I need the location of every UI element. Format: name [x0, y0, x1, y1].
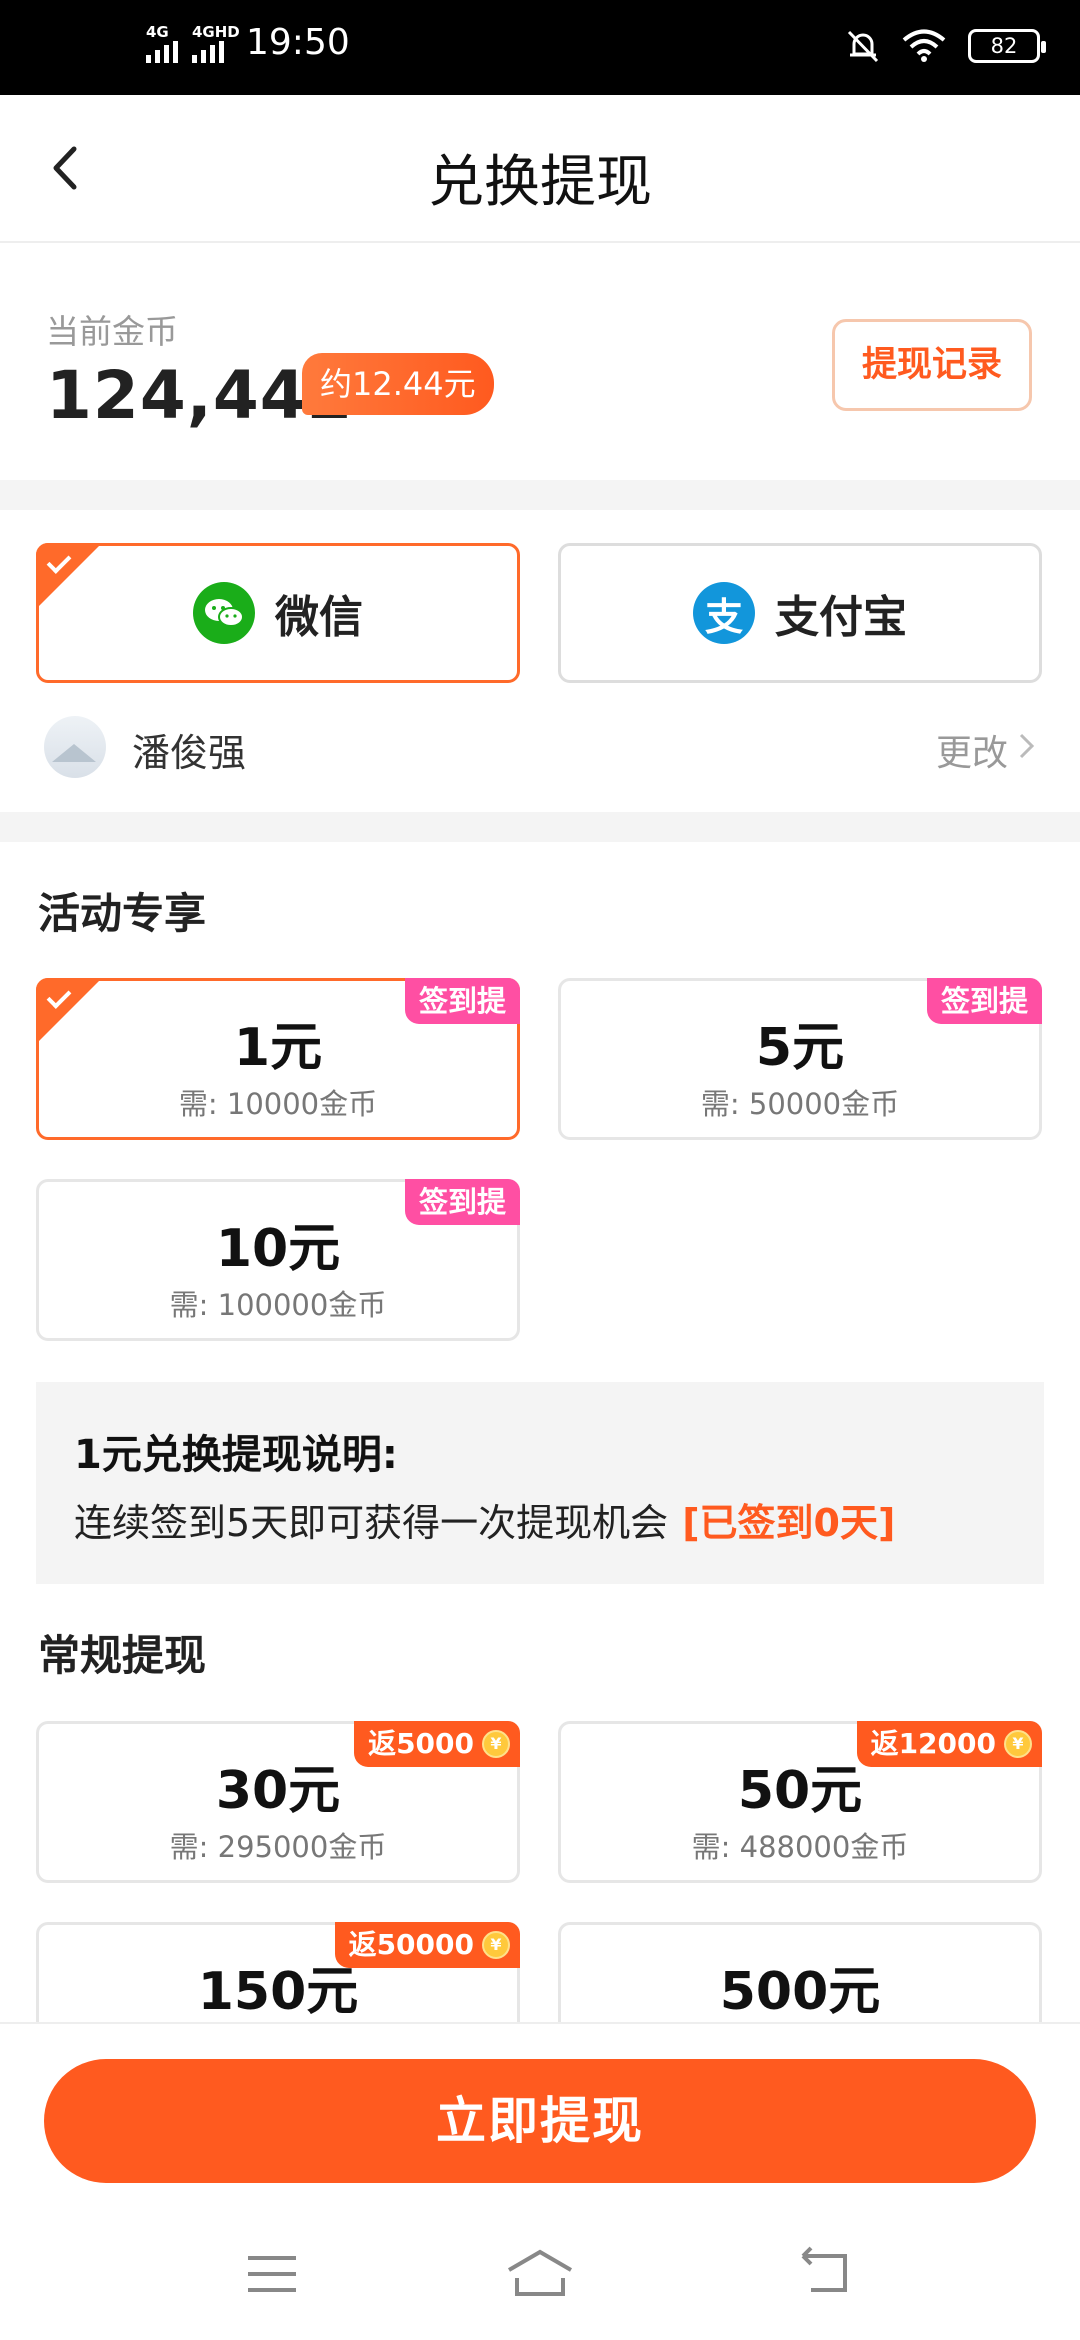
withdraw-now-button[interactable]: 立即提现	[44, 2059, 1036, 2183]
withdraw-record-button[interactable]: 提现记录	[832, 319, 1032, 411]
wechat-icon	[193, 582, 255, 644]
bottom-panel: 立即提现	[0, 2022, 1080, 2340]
alipay-option[interactable]: 支 支付宝	[558, 543, 1042, 683]
explanation-text: 连续签到5天即可获得一次提现机会 [已签到0天]	[74, 1492, 895, 1547]
activity-option-10[interactable]: 签到提 10元 需: 100000金币	[36, 1179, 520, 1341]
explanation-body: 连续签到5天即可获得一次提现机会	[74, 1501, 669, 1545]
option-amount: 500元	[719, 1962, 881, 2022]
coin-label: 当前金币	[46, 312, 178, 351]
chevron-right-icon	[1019, 733, 1035, 759]
option-amount: 5元	[755, 1018, 845, 1078]
status-bar: 4G 4GHD 19:50 82	[0, 0, 1080, 95]
approx-value-badge: 约12.44元	[302, 353, 494, 415]
change-account-link[interactable]: 更改	[936, 724, 1008, 776]
explanation-heading: 1元兑换提现说明:	[74, 1432, 398, 1478]
regular-option-50[interactable]: 返12000 ¥ 50元 需: 488000金币	[558, 1721, 1042, 1883]
option-amount: 10元	[215, 1219, 341, 1279]
wifi-icon	[902, 29, 946, 62]
alipay-label: 支付宝	[775, 592, 907, 643]
option-amount: 50元	[737, 1761, 863, 1821]
option-requirement: 需: 100000金币	[169, 1288, 387, 1322]
activity-section-title: 活动专享	[38, 889, 207, 938]
signal-icon: 4G	[146, 23, 178, 63]
account-row[interactable]: 潘俊强 更改	[0, 700, 1080, 790]
top-bar: 兑换提现	[0, 95, 1080, 243]
home-icon[interactable]	[505, 2244, 575, 2304]
signal-icon: 4GHD	[192, 23, 240, 63]
alipay-icon: 支	[693, 582, 755, 644]
menu-icon[interactable]	[242, 2244, 302, 2304]
wechat-label: 微信	[275, 592, 363, 643]
option-requirement: 需: 10000金币	[178, 1087, 378, 1121]
checkin-progress: [已签到0天]	[682, 1501, 896, 1545]
coin-balance-section: 当前金币 124,442 约12.44元 提现记录	[0, 245, 1080, 480]
avatar	[44, 716, 106, 778]
activity-option-5[interactable]: 签到提 5元 需: 50000金币	[558, 978, 1042, 1140]
sim1-label: 4G	[146, 22, 169, 41]
selected-check-icon	[36, 543, 102, 609]
status-time: 19:50	[246, 22, 350, 63]
user-name: 潘俊强	[132, 731, 247, 775]
divider	[0, 812, 1080, 842]
sim2-label: 4GHD	[192, 22, 240, 41]
wechat-option[interactable]: 微信	[36, 543, 520, 683]
withdraw-explanation: 1元兑换提现说明: 连续签到5天即可获得一次提现机会 [已签到0天]	[36, 1382, 1044, 1584]
back-nav-icon[interactable]	[795, 2244, 855, 2304]
option-requirement: 需: 50000金币	[700, 1087, 900, 1121]
regular-section-title: 常规提现	[38, 1631, 207, 1680]
page-title: 兑换提现	[428, 150, 652, 215]
divider	[0, 480, 1080, 510]
activity-option-1[interactable]: 签到提 1元 需: 10000金币	[36, 978, 520, 1140]
option-amount: 30元	[215, 1761, 341, 1821]
option-requirement: 需: 488000金币	[691, 1830, 909, 1864]
option-amount: 150元	[197, 1962, 359, 2022]
regular-option-30[interactable]: 返5000 ¥ 30元 需: 295000金币	[36, 1721, 520, 1883]
battery-level: 82	[990, 34, 1018, 58]
option-requirement: 需: 295000金币	[169, 1830, 387, 1864]
mute-bell-icon	[847, 30, 879, 63]
option-amount: 1元	[233, 1018, 323, 1078]
battery-icon: 82	[968, 29, 1046, 63]
